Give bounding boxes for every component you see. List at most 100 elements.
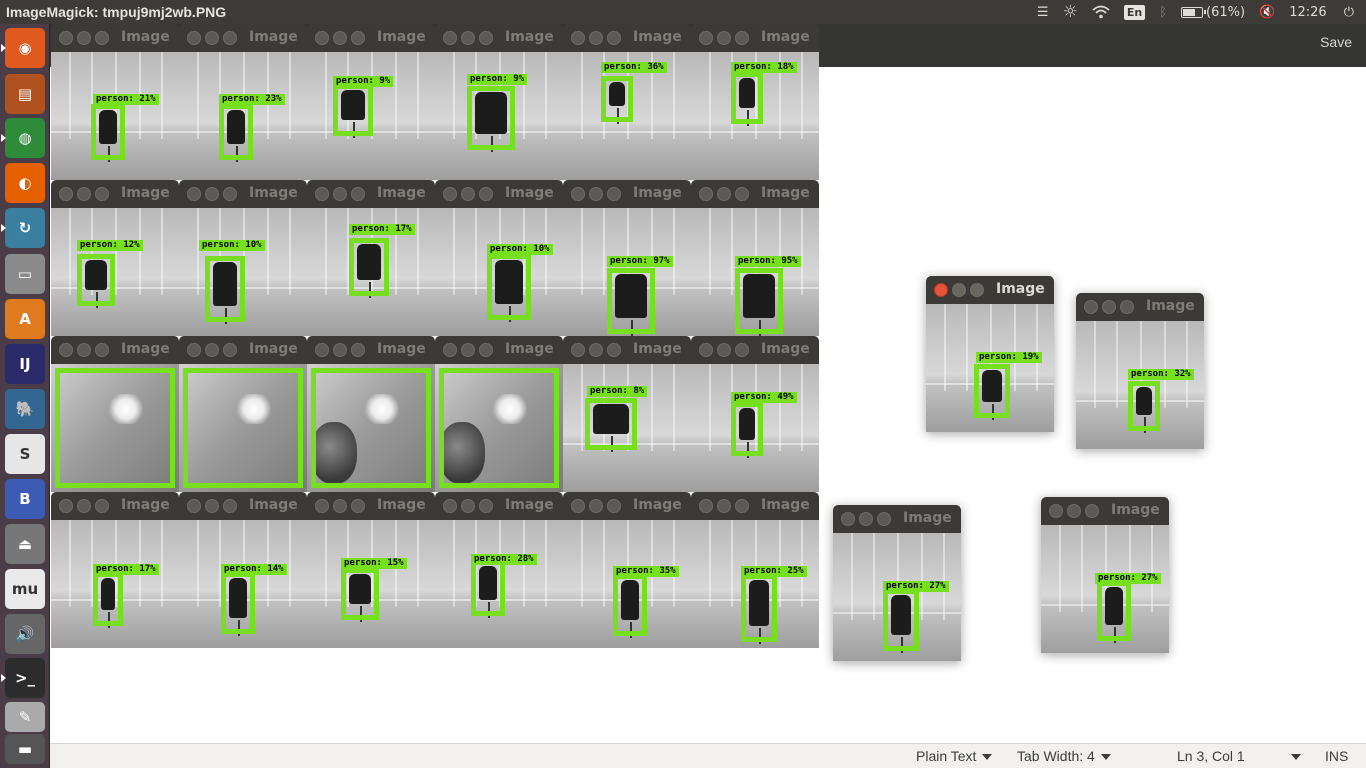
minimize-button[interactable] [77,499,91,513]
minimize-button[interactable] [205,31,219,45]
minimize-button[interactable] [589,499,603,513]
maximize-button[interactable] [223,499,237,513]
minimize-button[interactable] [333,187,347,201]
close-button[interactable] [443,31,457,45]
image-window[interactable]: Image person: 8% [563,336,691,492]
close-button[interactable] [571,499,585,513]
maximize-button[interactable] [479,187,493,201]
minimize-button[interactable] [589,31,603,45]
image-window[interactable]: Image person: 28% [435,492,563,648]
power-icon[interactable]: ⏻ [1337,0,1366,24]
minimize-button[interactable] [589,187,603,201]
window-titlebar[interactable]: Image [51,492,179,520]
minimize-button[interactable] [717,187,731,201]
image-window[interactable]: Image person: 19% [926,276,1054,432]
close-button[interactable] [443,499,457,513]
text-editor-icon[interactable]: ✎ [5,702,45,732]
language-selector[interactable]: Plain Text [916,748,993,764]
window-titlebar[interactable]: Image [563,492,691,520]
window-titlebar[interactable]: Image [435,336,563,364]
close-button[interactable] [571,187,585,201]
image-window[interactable]: Image person: 12% [51,180,179,336]
close-button[interactable] [187,499,201,513]
maximize-button[interactable] [479,499,493,513]
maximize-button[interactable] [223,187,237,201]
image-window[interactable]: Image person: 9% [307,24,435,180]
window-titlebar[interactable]: Image [51,336,179,364]
image-window[interactable]: Image person: 14% [179,492,307,648]
image-window[interactable]: Image person: 27% [833,505,961,661]
window-titlebar[interactable]: Image [691,492,819,520]
window-titlebar[interactable]: Image [563,336,691,364]
maximize-button[interactable] [95,187,109,201]
window-titlebar[interactable]: Image [1076,293,1204,321]
image-window[interactable]: Image person: 36% [563,24,691,180]
close-button[interactable] [187,31,201,45]
image-window[interactable]: Image person: 23% [179,24,307,180]
maximize-button[interactable] [351,343,365,357]
close-button[interactable] [315,343,329,357]
image-window[interactable]: Image person: 27% [1041,497,1169,653]
minimize-button[interactable] [589,343,603,357]
window-titlebar[interactable]: Image [926,276,1054,304]
window-titlebar[interactable]: Image [691,336,819,364]
maximize-button[interactable] [1085,504,1099,518]
close-button[interactable] [315,187,329,201]
minimize-button[interactable] [952,283,966,297]
close-button[interactable] [571,31,585,45]
image-window[interactable]: Image person: 10% [179,180,307,336]
pgadmin-icon[interactable]: 🐘 [5,389,45,429]
minimize-button[interactable] [205,499,219,513]
window-titlebar[interactable]: Image [563,180,691,208]
close-button[interactable] [1049,504,1063,518]
maximize-button[interactable] [607,343,621,357]
atom-icon[interactable]: B [5,479,45,519]
close-button[interactable] [699,499,713,513]
window-titlebar[interactable]: Image [179,492,307,520]
minimize-button[interactable] [717,343,731,357]
window-titlebar[interactable]: Image [307,180,435,208]
brightness-icon[interactable]: ☼ [1056,0,1085,24]
maximize-button[interactable] [351,31,365,45]
close-button[interactable] [443,343,457,357]
window-titlebar[interactable]: Image [691,180,819,208]
image-window[interactable]: Image person: 17% [51,492,179,648]
minimize-button[interactable] [717,31,731,45]
window-titlebar[interactable]: Image [51,180,179,208]
maximize-button[interactable] [479,31,493,45]
mu-editor-icon[interactable]: mu [5,569,45,609]
maximize-button[interactable] [735,31,749,45]
display-icon[interactable]: ▬ [5,734,45,764]
close-button[interactable] [187,187,201,201]
window-titlebar[interactable]: Image [307,336,435,364]
maximize-button[interactable] [607,187,621,201]
chrome-icon[interactable]: ◍ [5,118,45,158]
maximize-button[interactable] [607,499,621,513]
maximize-button[interactable] [95,499,109,513]
window-titlebar[interactable]: Image [307,24,435,52]
minimize-button[interactable] [77,187,91,201]
window-titlebar[interactable]: Image [307,492,435,520]
image-window[interactable]: Image person: 18% [691,24,819,180]
close-button[interactable] [841,512,855,526]
minimize-button[interactable] [333,499,347,513]
minimize-button[interactable] [461,343,475,357]
image-window[interactable]: Image person: 32% [1076,293,1204,449]
close-button[interactable] [699,31,713,45]
image-window[interactable]: Image person: 17% [307,180,435,336]
minimize-button[interactable] [205,343,219,357]
maximize-button[interactable] [607,31,621,45]
window-titlebar[interactable]: Image [179,180,307,208]
close-button[interactable] [1084,300,1098,314]
firefox-icon[interactable]: ◐ [5,163,45,203]
window-titlebar[interactable]: Image [51,24,179,52]
bluetooth-icon[interactable]: ᛒ [1152,0,1174,24]
cursor-position-selector[interactable]: Ln 3, Col 1 [1177,748,1301,764]
tab-width-selector[interactable]: Tab Width: 4 [1017,748,1111,764]
image-window[interactable]: Image person: 9% [435,24,563,180]
menu-list-icon[interactable]: ☰ [1030,0,1056,24]
minimize-button[interactable] [461,187,475,201]
minimize-button[interactable] [333,343,347,357]
image-window[interactable]: Image person: 97% [563,180,691,336]
image-window[interactable]: Image [435,336,563,492]
